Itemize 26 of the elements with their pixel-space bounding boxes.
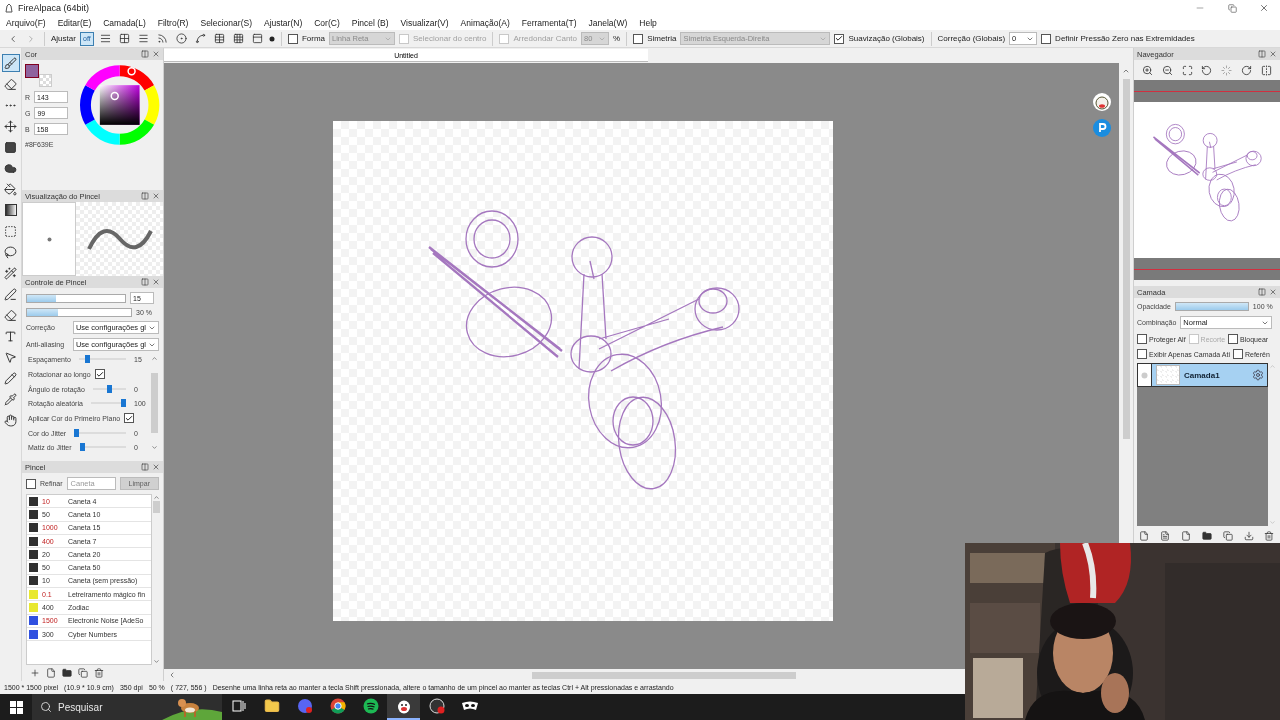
unit-label: % [613,34,621,43]
window-title: FireAlpaca (64bit) [18,3,90,13]
menu-item[interactable]: Visualizar(V) [400,18,449,28]
layer-name: Camada1 [1184,370,1220,380]
checkbox-label: Definir Pressão Zero nas Extremidades [1055,34,1195,43]
adjust-label: Ajustar [51,34,76,43]
checkbox-label: Simetria [647,34,677,43]
menu-item[interactable]: Arquivo(F) [6,18,46,28]
checkbox-label: Forma [301,34,326,43]
menu-item[interactable]: Help [639,18,657,28]
menu-item[interactable]: Pincel (B) [351,18,389,28]
menu-item[interactable]: Ajustar(N) [263,18,303,28]
layer-row[interactable]: Camada1 [1137,363,1268,387]
menu-item[interactable]: Selecionar(S) [200,18,252,28]
menu-item[interactable]: Editar(E) [57,18,92,28]
menu-item[interactable]: Animação(A) [460,18,510,28]
menu-item[interactable]: Camada(L) [103,18,146,28]
search-field[interactable]: Pesquisar [32,694,222,720]
checkbox-label: Selecionar do centro [413,34,487,43]
checkbox-label: Arredondar Canto [513,34,577,43]
checkbox-label: Suavização (Globais) [848,34,925,43]
correction-label: Correção (Globais) [937,34,1006,43]
menu-item[interactable]: Janela(W) [588,18,628,28]
menu-item[interactable]: Ferramenta(T) [521,18,577,28]
menu-item[interactable]: Cor(C) [314,18,340,28]
menu-item[interactable]: Filtro(R) [157,18,189,28]
